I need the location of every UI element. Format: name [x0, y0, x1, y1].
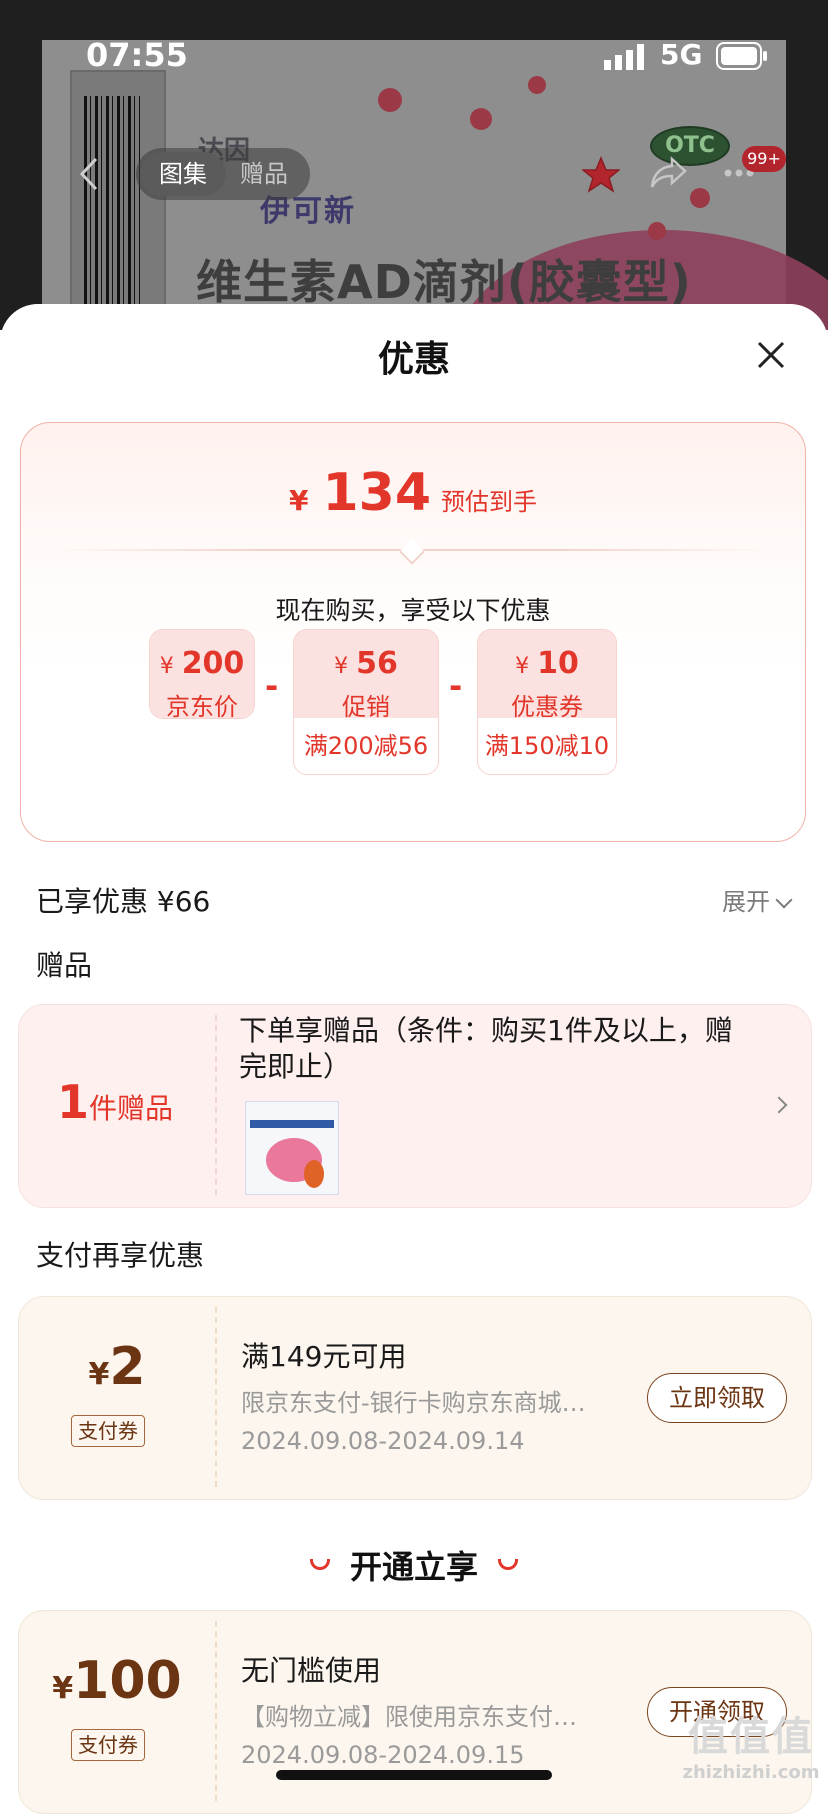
chevron-right-icon: [770, 1096, 788, 1114]
thumb-capsule: [304, 1160, 324, 1188]
battery-icon: [716, 42, 767, 70]
expand-label: 展开: [722, 888, 770, 916]
coupon-value: 10: [537, 646, 579, 681]
currency-symbol: ¥: [288, 484, 309, 517]
share-icon[interactable]: [650, 156, 688, 190]
currency-symbol: ¥: [52, 1671, 74, 1706]
pay-coupon-card: ¥2 支付券 满149元可用 限京东支付-银行卡购京东商城… 2024.09.0…: [18, 1296, 812, 1500]
gift-heading: 赠品: [36, 949, 93, 982]
watermark-logo: 值值值: [688, 1714, 814, 1760]
coupon-validity: 2024.09.08-2024.09.15: [241, 1741, 525, 1769]
gift-card[interactable]: 1件赠品 下单享赠品（条件：购买1件及以上，赠完即止）: [18, 1004, 812, 1208]
coupon-title: 满149元可用: [241, 1340, 407, 1373]
gift-thumbnail: [245, 1101, 339, 1195]
watermark: 值值值 zhizhizhi.com: [676, 1704, 826, 1783]
gift-description: 下单享赠品（条件：购买1件及以上，赠完即止）: [239, 1014, 733, 1083]
coupon-type-badge: 支付券: [71, 1415, 145, 1447]
product-title: 维生素AD滴剂(胶囊型): [196, 255, 692, 309]
dashed-divider: [215, 1015, 217, 1195]
dashed-divider: [215, 1307, 217, 1487]
promotion-condition: 满200减56: [294, 718, 438, 774]
coupon-price: ¥100: [19, 1651, 215, 1711]
summary-subtitle: 现在购买，享受以下优惠: [275, 596, 551, 625]
claim-now-button[interactable]: 立即领取: [647, 1373, 787, 1423]
expand-button[interactable]: 展开: [722, 882, 793, 917]
close-icon[interactable]: [756, 340, 786, 370]
decor-dot: [690, 188, 710, 208]
coupon-description: 限京东支付-银行卡购京东商城…: [241, 1389, 586, 1417]
promotion-label: 促销: [342, 693, 390, 721]
coupon-title: 无门槛使用: [241, 1654, 382, 1687]
signal-icon: [604, 44, 644, 70]
open-section-heading: 开通立享: [0, 1542, 828, 1588]
currency-symbol: ¥: [88, 1357, 110, 1392]
coupon-description: 【购物立减】限使用京东支付…: [241, 1703, 577, 1731]
coupon-pill: ¥10 优惠券 满150减10: [477, 629, 617, 775]
dashed-divider: [215, 1621, 217, 1801]
currency-symbol: ¥: [159, 654, 174, 679]
product-backdrop: 达因 伊可新 维生素AD滴剂(胶囊型) OTC 07:55 5G 图集 赠品 9…: [0, 0, 828, 330]
jd-price-pill: ¥200 京东价: [149, 629, 255, 719]
coupon-label: 优惠券: [511, 693, 583, 721]
coupon-type-badge: 支付券: [71, 1729, 145, 1761]
sheet-title: 优惠: [377, 339, 450, 380]
minus-sign: -: [265, 667, 279, 705]
status-bar: 07:55 5G: [0, 0, 828, 110]
pay-section-heading: 支付再享优惠: [36, 1239, 205, 1272]
gift-count: 1件赠品: [57, 1075, 173, 1129]
open-section-label: 开通立享: [349, 1548, 478, 1586]
message-badge: 99+: [742, 146, 786, 172]
tab-gift[interactable]: 赠品: [240, 148, 288, 200]
barcode-icon: [84, 96, 140, 306]
decor-dot: [648, 222, 666, 240]
jd-price-value: 200: [181, 646, 245, 681]
divider-notch: [399, 539, 425, 565]
thumb-stripe: [250, 1120, 334, 1128]
coupon-amount: 100: [73, 1651, 182, 1711]
smile-arc-icon: [498, 1559, 518, 1570]
back-icon[interactable]: [78, 156, 100, 192]
watermark-url: zhizhizhi.com: [682, 1762, 820, 1783]
gallery-tabs: 图集 赠品: [136, 148, 310, 200]
jd-price-label: 京东价: [166, 693, 238, 719]
minus-sign: -: [449, 667, 463, 705]
enjoyed-discount: 已享优惠 ¥66: [36, 885, 211, 918]
price-summary-card: ¥134 预估到手 现在购买，享受以下优惠 ¥200 京东价 - ¥56 促销 满…: [20, 422, 806, 842]
network-type: 5G: [660, 38, 703, 71]
estimated-amount: 134: [322, 463, 432, 523]
currency-symbol: ¥: [334, 654, 349, 679]
coupon-validity: 2024.09.08-2024.09.14: [241, 1427, 525, 1455]
tab-gallery[interactable]: 图集: [140, 152, 226, 196]
coupon-condition: 满150减10: [478, 718, 616, 774]
decor-dot: [470, 108, 492, 130]
home-indicator[interactable]: [276, 1770, 552, 1780]
estimated-label: 预估到手: [441, 488, 538, 516]
promotion-value: 56: [356, 646, 398, 681]
gift-count-unit: 件赠品: [89, 1092, 174, 1125]
estimated-price: ¥134 预估到手: [21, 463, 805, 523]
status-time: 07:55: [86, 36, 188, 74]
chevron-down-icon: [775, 891, 793, 909]
currency-symbol: ¥: [515, 654, 530, 679]
coupon-amount: 2: [109, 1337, 146, 1397]
star-icon[interactable]: [582, 156, 620, 194]
discount-sheet: 优惠 ¥134 预估到手 现在购买，享受以下优惠 ¥200 京东价 - ¥56 促…: [0, 304, 828, 1814]
promotion-pill: ¥56 促销 满200减56: [293, 629, 439, 775]
coupon-price: ¥2: [19, 1337, 215, 1397]
smile-arc-icon: [309, 1559, 330, 1570]
gift-count-number: 1: [57, 1075, 90, 1129]
